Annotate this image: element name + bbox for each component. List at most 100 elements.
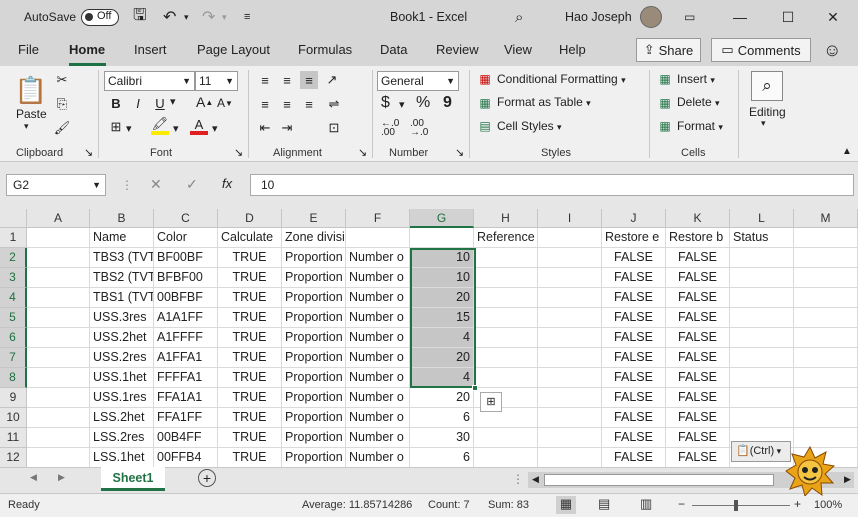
scroll-left-icon[interactable]: ◀ (532, 474, 539, 485)
cell-D7[interactable]: TRUE (218, 348, 282, 368)
row-header[interactable]: 3 (0, 268, 27, 288)
cell-J12[interactable]: FALSE (602, 448, 666, 468)
insert-cells-icon[interactable]: ▦ (657, 71, 673, 87)
cell-C7[interactable]: A1FFA1 (154, 348, 218, 368)
cell-I8[interactable] (538, 368, 602, 388)
wrap-text-icon[interactable]: ⇌ (325, 95, 343, 113)
close-icon[interactable]: ✕ (810, 0, 856, 34)
normal-view-icon[interactable]: ▦ (556, 496, 576, 514)
font-size-select[interactable]: 11 ▼ (195, 71, 238, 91)
column-header[interactable]: E (282, 209, 346, 228)
align-bottom-icon[interactable]: ≡ (300, 71, 318, 89)
fill-color-dropdown-icon[interactable]: ▾ (173, 122, 179, 135)
tab-view[interactable]: View (504, 42, 532, 57)
cell-A3[interactable] (27, 268, 90, 288)
cell-F3[interactable]: Number o (346, 268, 410, 288)
align-center-icon[interactable]: ≡ (278, 95, 296, 113)
cell-I7[interactable] (538, 348, 602, 368)
cell-J2[interactable]: FALSE (602, 248, 666, 268)
cell-L4[interactable] (730, 288, 794, 308)
feedback-smiley-icon[interactable]: ☺ (823, 34, 841, 66)
cell-E5[interactable]: Proportion (282, 308, 346, 328)
cell-I6[interactable] (538, 328, 602, 348)
font-name-select[interactable]: Calibri ▼ (104, 71, 195, 91)
cell-M6[interactable] (794, 328, 858, 348)
orientation-icon[interactable]: ↗ (323, 71, 341, 89)
zoom-in-icon[interactable]: + (794, 497, 801, 511)
cell-B11[interactable]: LSS.2res (90, 428, 154, 448)
zoom-out-icon[interactable]: − (678, 497, 685, 511)
column-header[interactable]: K (666, 209, 730, 228)
cell-F10[interactable]: Number o (346, 408, 410, 428)
cell-L3[interactable] (730, 268, 794, 288)
cell-E11[interactable]: Proportion (282, 428, 346, 448)
cell-H5[interactable] (474, 308, 538, 328)
decrease-indent-icon[interactable]: ⇤ (256, 119, 274, 137)
column-header[interactable]: L (730, 209, 794, 228)
cell-F4[interactable]: Number o (346, 288, 410, 308)
column-header[interactable]: C (154, 209, 218, 228)
quick-analysis-icon[interactable]: ⊞ (480, 392, 502, 412)
cell-E7[interactable]: Proportion (282, 348, 346, 368)
page-break-view-icon[interactable]: ▥ (640, 496, 652, 512)
editing-dropdown-icon[interactable]: ▾ (761, 118, 766, 129)
cancel-icon[interactable]: ✕ (150, 176, 162, 193)
cell-A7[interactable] (27, 348, 90, 368)
cell-L9[interactable] (730, 388, 794, 408)
cut-icon[interactable]: ✂ (54, 72, 70, 88)
increase-decimal-icon[interactable]: ←.0.00 (381, 119, 399, 138)
cell-H1[interactable]: Reference surface (474, 228, 538, 248)
collapse-ribbon-icon[interactable]: ▲ (842, 146, 852, 157)
cell-D1[interactable]: Calculate (218, 228, 282, 248)
clipboard-launcher-icon[interactable]: ↘ (84, 146, 93, 159)
cell-M3[interactable] (794, 268, 858, 288)
tab-review[interactable]: Review (436, 42, 479, 57)
row-header[interactable]: 7 (0, 348, 27, 368)
cell-F7[interactable]: Number o (346, 348, 410, 368)
cell-G3[interactable]: 10 (410, 268, 474, 288)
add-sheet-icon[interactable]: + (198, 469, 216, 487)
cell-E10[interactable]: Proportion (282, 408, 346, 428)
cell-C12[interactable]: 00FFB4 (154, 448, 218, 468)
cell-D3[interactable]: TRUE (218, 268, 282, 288)
cell-G1[interactable] (410, 228, 474, 248)
cell-K1[interactable]: Restore b (666, 228, 730, 248)
cell-A4[interactable] (27, 288, 90, 308)
delete-cells-button[interactable]: Delete ▾ (677, 95, 720, 109)
row-header[interactable]: 5 (0, 308, 27, 328)
cell-D11[interactable]: TRUE (218, 428, 282, 448)
column-header[interactable]: J (602, 209, 666, 228)
cell-G8[interactable]: 4 (410, 368, 474, 388)
save-icon[interactable]: 🖫 (133, 0, 147, 34)
cell-G2[interactable]: 10 (410, 248, 474, 268)
undo-icon[interactable]: ↶ (163, 0, 176, 34)
cell-I1[interactable] (538, 228, 602, 248)
cell-H11[interactable] (474, 428, 538, 448)
cell-G9[interactable]: 20 (410, 388, 474, 408)
column-header[interactable]: H (474, 209, 538, 228)
tab-splitter-icon[interactable]: ⋮ (512, 472, 524, 486)
row-header[interactable]: 4 (0, 288, 27, 308)
cell-K7[interactable]: FALSE (666, 348, 730, 368)
row-header[interactable]: 12 (0, 448, 27, 468)
cell-C1[interactable]: Color (154, 228, 218, 248)
cell-I12[interactable] (538, 448, 602, 468)
column-header[interactable]: A (27, 209, 90, 228)
cell-C8[interactable]: FFFFA1 (154, 368, 218, 388)
cell-L10[interactable] (730, 408, 794, 428)
cell-D5[interactable]: TRUE (218, 308, 282, 328)
autosave-toggle[interactable]: Off (81, 0, 119, 34)
cell-E6[interactable]: Proportion (282, 328, 346, 348)
cell-A8[interactable] (27, 368, 90, 388)
cell-D8[interactable]: TRUE (218, 368, 282, 388)
zoom-slider[interactable] (692, 505, 790, 506)
insert-function-button[interactable]: fx (222, 176, 232, 191)
cell-J7[interactable]: FALSE (602, 348, 666, 368)
scroll-right-icon[interactable]: ▶ (844, 474, 851, 485)
redo-dropdown-icon[interactable]: ▾ (222, 0, 227, 34)
cell-A1[interactable] (27, 228, 90, 248)
cell-C9[interactable]: FFA1A1 (154, 388, 218, 408)
cell-J1[interactable]: Restore e (602, 228, 666, 248)
cell-J3[interactable]: FALSE (602, 268, 666, 288)
cell-E2[interactable]: Proportion (282, 248, 346, 268)
